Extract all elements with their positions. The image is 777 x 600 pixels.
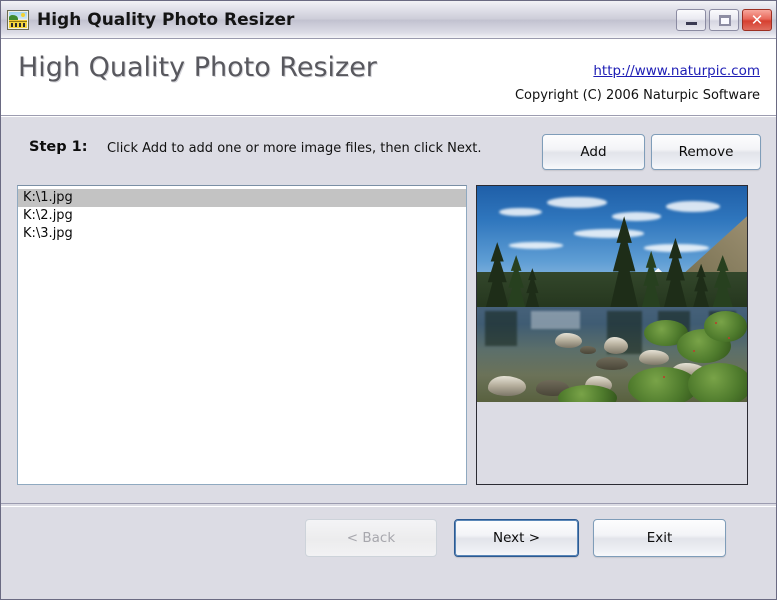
list-item[interactable]: K:\3.jpg <box>18 225 466 243</box>
minimize-button[interactable] <box>676 8 706 31</box>
footer-divider <box>1 503 776 507</box>
maximize-button[interactable] <box>709 8 739 31</box>
step-instruction-text: Click Add to add one or more image files… <box>107 141 482 156</box>
back-button-label: < Back <box>346 530 396 546</box>
image-preview-panel <box>476 185 748 485</box>
add-button[interactable]: Add <box>542 134 645 170</box>
exit-button-label: Exit <box>646 530 673 546</box>
content-area: Step 1: Click Add to add one or more ima… <box>1 116 776 599</box>
step-label: Step 1: <box>29 139 88 155</box>
list-item[interactable]: K:\1.jpg <box>18 189 466 207</box>
back-button[interactable]: < Back <box>305 519 437 557</box>
file-list[interactable]: K:\1.jpg K:\2.jpg K:\3.jpg <box>17 185 467 485</box>
next-button[interactable]: Next > <box>454 519 579 557</box>
title-bar[interactable]: High Quality Photo Resizer ✕ <box>1 1 776 39</box>
close-icon: ✕ <box>750 10 764 29</box>
window-controls: ✕ <box>676 8 772 31</box>
remove-button[interactable]: Remove <box>651 134 761 170</box>
application-window: High Quality Photo Resizer ✕ High Qualit… <box>0 0 777 600</box>
list-item[interactable]: K:\2.jpg <box>18 207 466 225</box>
close-button[interactable]: ✕ <box>742 8 772 31</box>
exit-button[interactable]: Exit <box>593 519 726 557</box>
minimize-icon <box>686 21 697 25</box>
add-button-label: Add <box>580 144 607 160</box>
website-link[interactable]: http://www.naturpic.com <box>593 63 760 79</box>
photo-resizer-icon[interactable] <box>7 9 29 30</box>
preview-photo <box>477 186 747 402</box>
remove-button-label: Remove <box>678 144 734 160</box>
header-banner: High Quality Photo Resizer http://www.na… <box>1 39 776 116</box>
copyright-text: Copyright (C) 2006 Naturpic Software <box>514 88 760 103</box>
page-title: High Quality Photo Resizer <box>18 52 377 83</box>
next-button-label: Next > <box>492 530 541 546</box>
maximize-icon <box>719 14 731 26</box>
window-title: High Quality Photo Resizer <box>37 9 295 30</box>
